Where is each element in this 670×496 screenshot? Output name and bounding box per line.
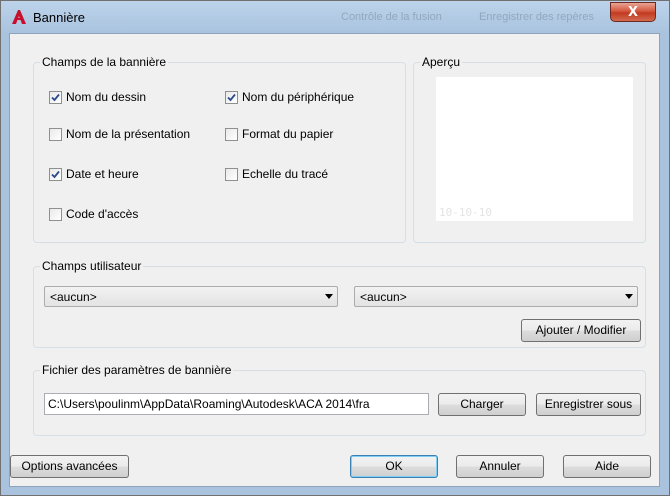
user-fields-title: Champs utilisateur xyxy=(40,259,144,273)
checkbox-layout-name[interactable]: Nom de la présentation xyxy=(49,126,190,142)
cancel-button[interactable]: Annuler xyxy=(456,455,544,478)
checkbox-paper-size[interactable]: Format du papier xyxy=(225,126,333,142)
select-value: <aucun> xyxy=(50,290,97,304)
checkbox-date-time[interactable]: Date et heure xyxy=(49,166,139,182)
checkmark-icon xyxy=(227,93,236,101)
autocad-a-icon xyxy=(11,9,27,25)
checkbox-label: Format du papier xyxy=(242,127,334,141)
checkbox-label: Echelle du tracé xyxy=(242,167,329,181)
user-field-select-right[interactable]: <aucun> xyxy=(354,286,638,307)
checkbox-drawing-name[interactable]: Nom du dessin xyxy=(49,89,146,105)
advanced-options-button[interactable]: Options avancées xyxy=(10,455,129,478)
preview-title: Aperçu xyxy=(420,55,463,69)
help-button[interactable]: Aide xyxy=(563,455,651,478)
banner-dialog: Bannière Contrôle de la fusion Enregistr… xyxy=(0,0,670,496)
select-value: <aucun> xyxy=(360,290,407,304)
background-ghost-text: Enregistrer des repères xyxy=(479,11,594,23)
settings-file-path-field[interactable]: C:\Users\poulinm\AppData\Roaming\Autodes… xyxy=(44,393,429,415)
checkbox-access-code[interactable]: Code d'accès xyxy=(49,206,138,222)
user-fields-group: Champs utilisateur <aucun> <aucun> Ajout… xyxy=(33,259,646,348)
preview-area: 10-10-10 xyxy=(436,77,633,221)
checkbox-plot-scale[interactable]: Echelle du tracé xyxy=(225,166,328,182)
checkbox-label: Date et heure xyxy=(66,167,139,181)
title-bar[interactable]: Bannière Contrôle de la fusion Enregistr… xyxy=(1,1,669,33)
checkbox-box[interactable] xyxy=(225,127,238,141)
banner-fields-title: Champs de la bannière xyxy=(40,55,169,69)
background-ghost-text: Contrôle de la fusion xyxy=(341,11,442,23)
checkbox-box[interactable] xyxy=(225,167,238,181)
checkmark-icon xyxy=(51,93,60,101)
save-as-button[interactable]: Enregistrer sous xyxy=(536,393,641,416)
preview-sample-text: 10-10-10 xyxy=(439,206,492,219)
checkbox-box[interactable] xyxy=(49,127,62,141)
close-button[interactable]: X xyxy=(610,2,656,22)
settings-file-group: Fichier des paramètres de bannière C:\Us… xyxy=(33,363,646,436)
checkmark-icon xyxy=(51,170,60,178)
checkbox-label: Nom de la présentation xyxy=(66,127,191,141)
checkbox-label: Nom du périphérique xyxy=(242,90,355,104)
checkbox-box[interactable] xyxy=(49,207,62,221)
window-title: Bannière xyxy=(33,10,86,25)
load-button[interactable]: Charger xyxy=(438,393,526,416)
add-modify-button[interactable]: Ajouter / Modifier xyxy=(521,319,641,342)
preview-group: Aperçu 10-10-10 xyxy=(413,55,646,243)
close-icon: X xyxy=(627,5,639,20)
path-value: C:\Users\poulinm\AppData\Roaming\Autodes… xyxy=(48,397,370,411)
ok-button[interactable]: OK xyxy=(350,455,438,478)
chevron-down-icon[interactable] xyxy=(625,294,633,299)
checkbox-box[interactable] xyxy=(225,90,238,104)
checkbox-label: Nom du dessin xyxy=(66,90,147,104)
settings-file-title: Fichier des paramètres de bannière xyxy=(40,363,234,377)
checkbox-box[interactable] xyxy=(49,167,62,181)
dialog-body: Champs de la bannière Nom du dessin Nom … xyxy=(9,33,660,487)
checkbox-label: Code d'accès xyxy=(66,207,139,221)
chevron-down-icon[interactable] xyxy=(325,294,333,299)
checkbox-box[interactable] xyxy=(49,90,62,104)
user-field-select-left[interactable]: <aucun> xyxy=(44,286,338,307)
banner-fields-group: Champs de la bannière Nom du dessin Nom … xyxy=(33,55,406,243)
checkbox-device-name[interactable]: Nom du périphérique xyxy=(225,89,354,105)
